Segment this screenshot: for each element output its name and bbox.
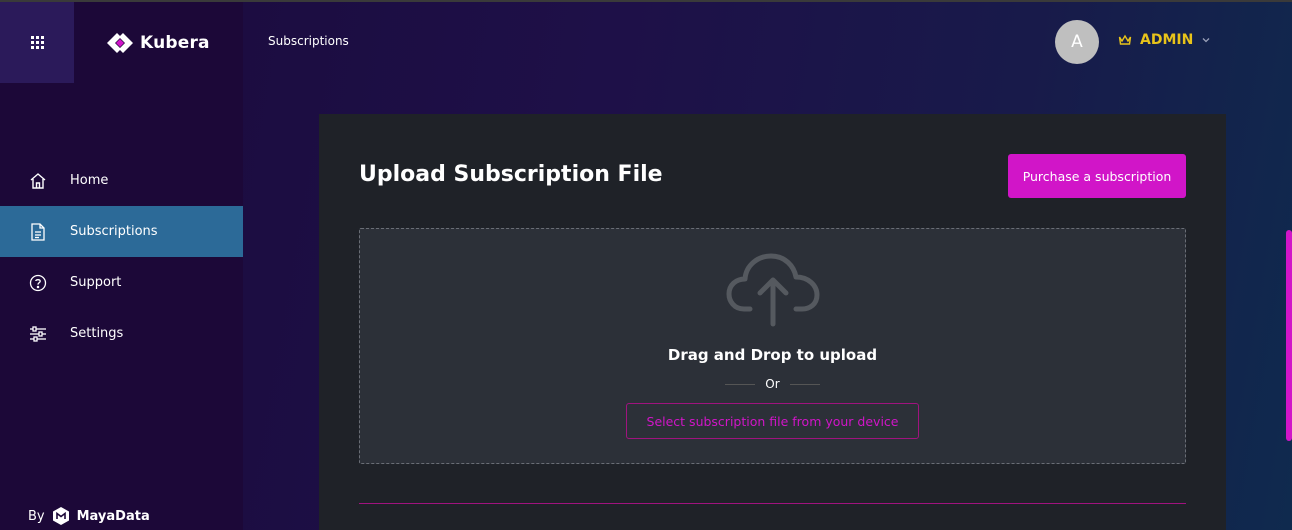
help-icon — [28, 273, 48, 293]
app-logo[interactable]: Kubera — [106, 30, 210, 56]
sidebar-nav: Home Subscriptions Support Settings — [0, 155, 243, 359]
kubera-logo-icon — [107, 33, 133, 53]
breadcrumb: Subscriptions — [268, 34, 349, 48]
footer-brand: MayaData — [76, 508, 150, 524]
apps-menu-button[interactable] — [0, 2, 74, 83]
or-rule-right — [789, 383, 820, 385]
sidebar-item-subscriptions[interactable]: Subscriptions — [0, 206, 243, 257]
cloud-upload-icon — [726, 253, 820, 327]
purchase-subscription-button[interactable]: Purchase a subscription — [1008, 154, 1186, 198]
sidebar-item-support[interactable]: Support — [0, 257, 243, 308]
mayadata-logo-icon — [52, 507, 69, 525]
home-icon — [28, 171, 48, 191]
or-rule-left — [725, 383, 756, 385]
app-name: Kubera — [140, 33, 210, 53]
chevron-down-icon — [1202, 38, 1210, 43]
or-label: Or — [765, 377, 780, 391]
sidebar-item-label: Support — [70, 275, 122, 290]
footer-by-label: By — [28, 508, 45, 524]
upload-panel: Upload Subscription File Purchase a subs… — [319, 114, 1226, 530]
drag-drop-text: Drag and Drop to upload — [667, 346, 878, 364]
section-divider — [359, 503, 1186, 504]
sidebar-item-label: Home — [70, 173, 109, 188]
select-file-button[interactable]: Select subscription file from your devic… — [626, 403, 919, 439]
avatar[interactable]: A — [1055, 20, 1099, 64]
sidebar: Kubera Home Subscriptions Support Settin… — [0, 2, 243, 530]
or-separator: Or — [360, 377, 1185, 391]
settings-icon — [28, 324, 48, 344]
scrollbar-thumb[interactable] — [1286, 230, 1292, 441]
sidebar-item-settings[interactable]: Settings — [0, 308, 243, 359]
apps-grid-icon — [30, 36, 44, 49]
sidebar-item-home[interactable]: Home — [0, 155, 243, 206]
user-role-menu[interactable]: ADMIN — [1118, 32, 1211, 48]
crown-icon — [1118, 34, 1132, 45]
sidebar-item-label: Settings — [70, 326, 124, 341]
page-title: Upload Subscription File — [359, 162, 663, 187]
file-dropzone[interactable]: Drag and Drop to upload Or Select subscr… — [359, 228, 1186, 464]
sidebar-footer: By MayaData — [28, 506, 150, 526]
user-role-label: ADMIN — [1140, 32, 1194, 48]
sidebar-item-label: Subscriptions — [70, 224, 158, 239]
document-icon — [28, 222, 48, 242]
